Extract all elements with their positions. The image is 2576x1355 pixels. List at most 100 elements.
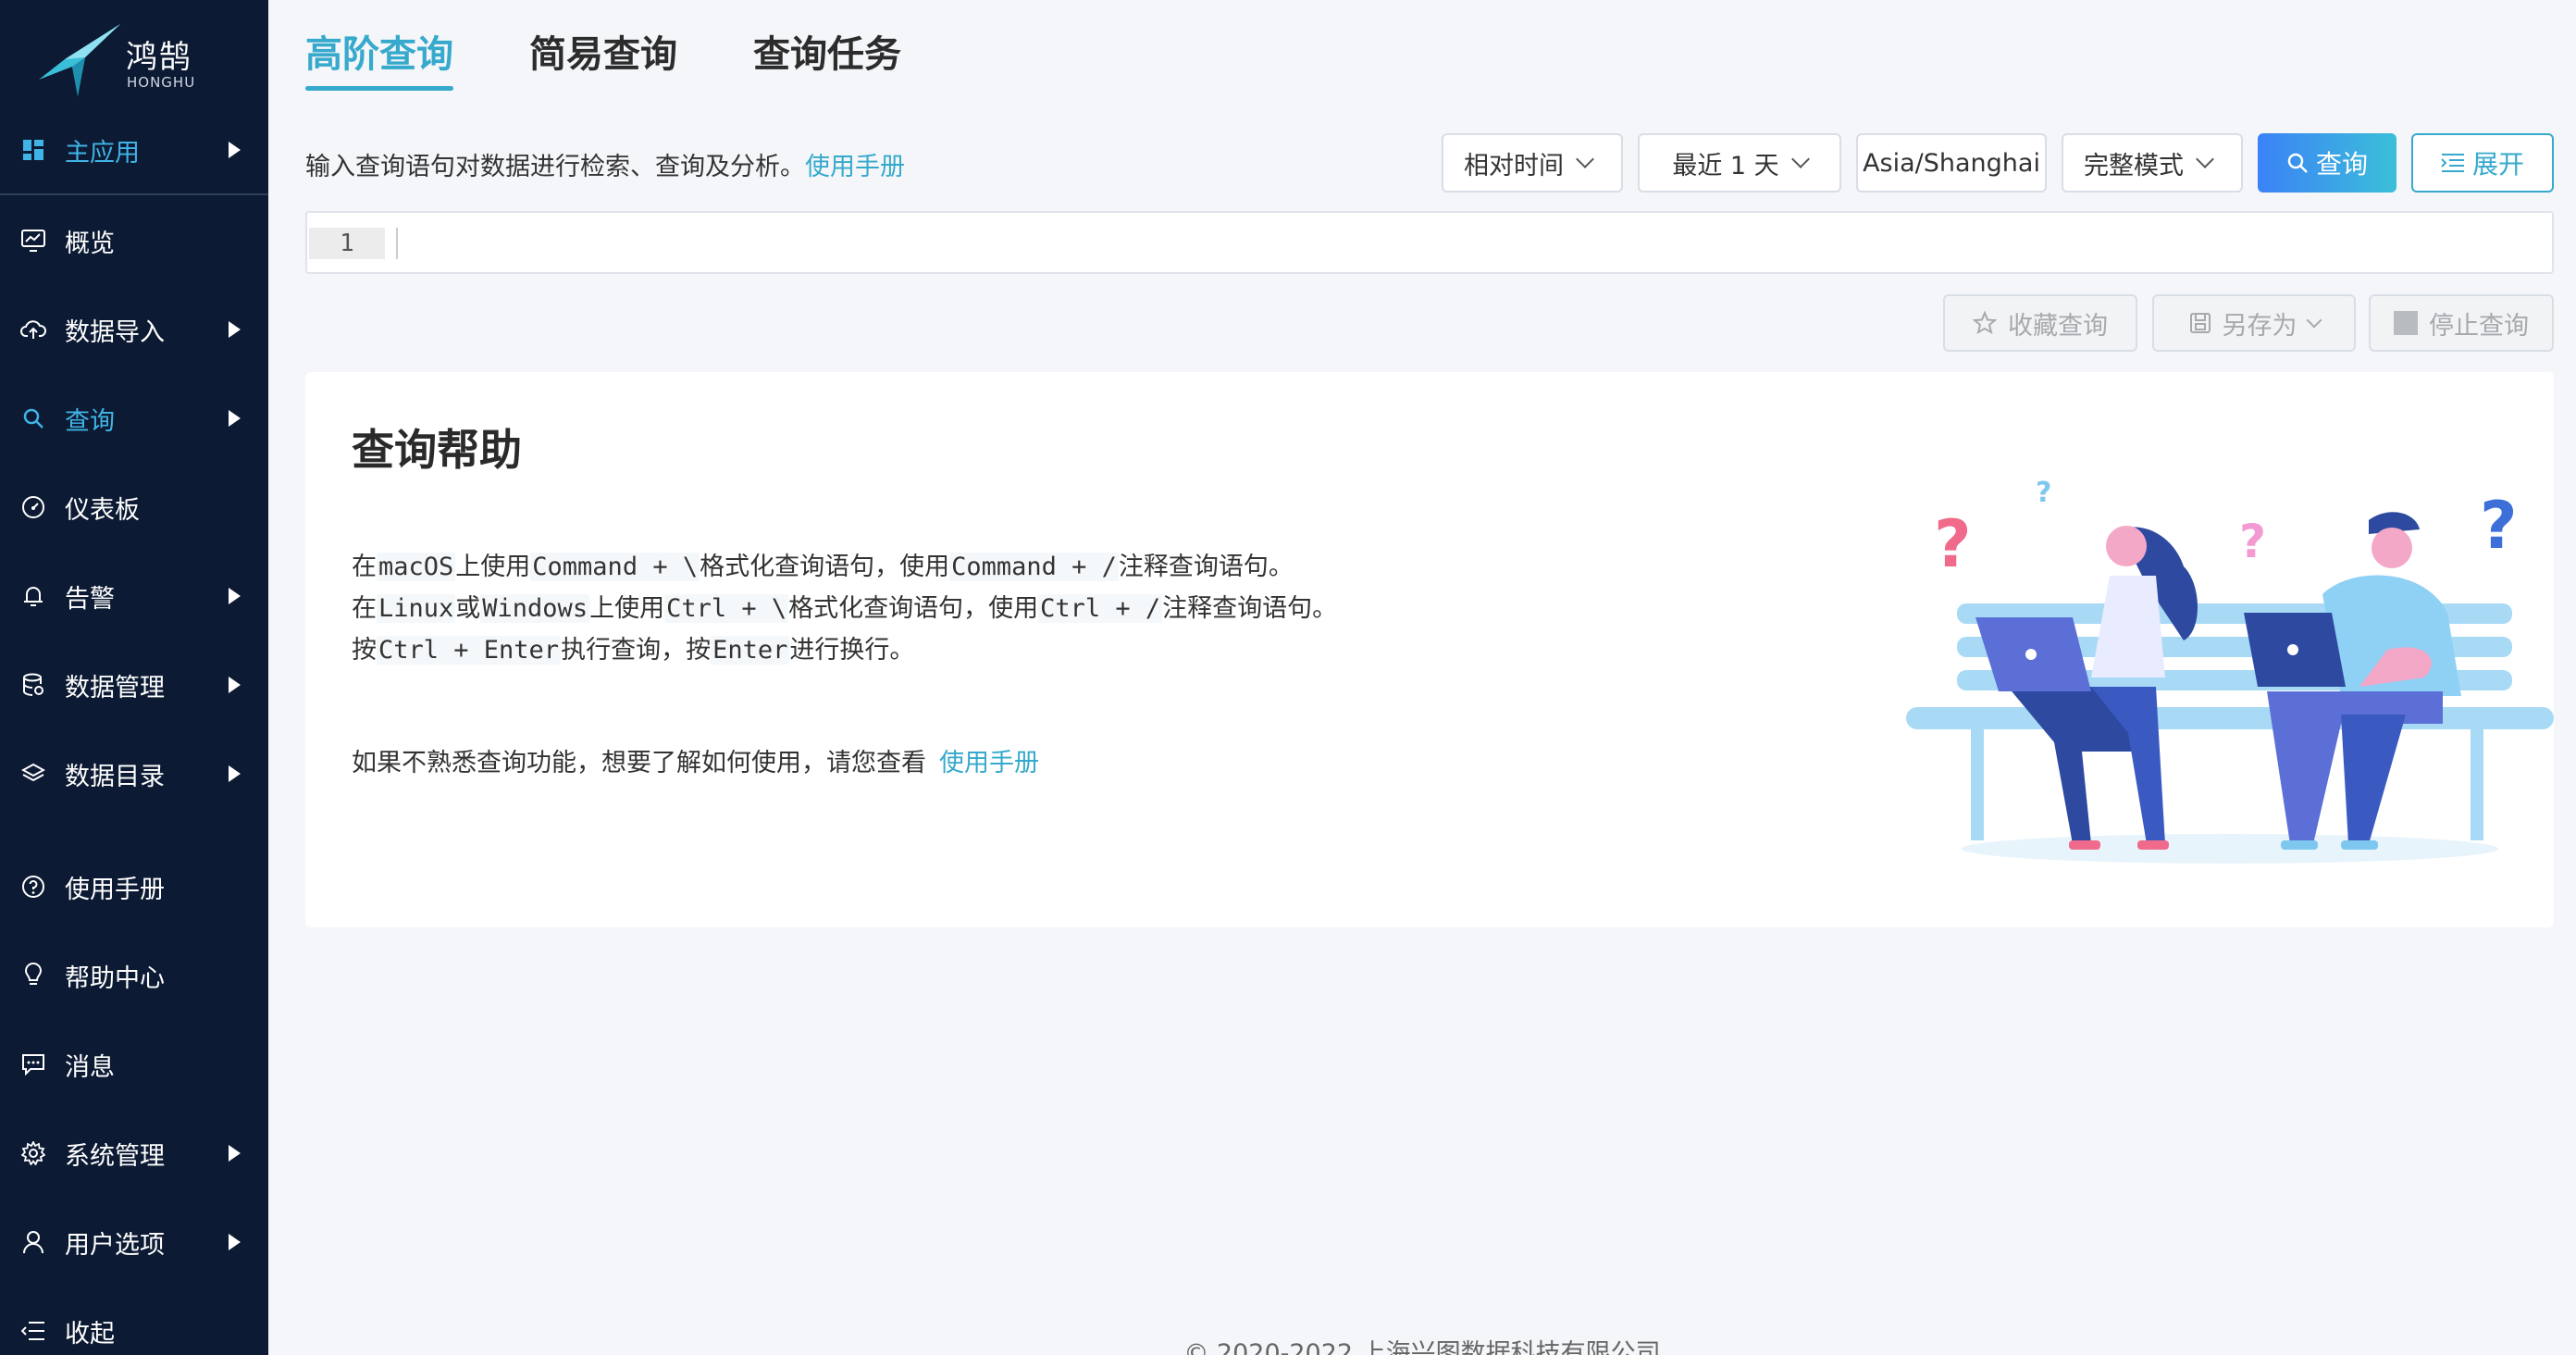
copyright-footer: © 2020-2022 上海兴图数据科技有限公司 (1183, 1339, 1661, 1355)
svg-text:?: ? (2239, 515, 2266, 568)
sidebar-item-label: 数据管理 (65, 673, 165, 702)
bird-logo-icon (39, 24, 120, 96)
help-line-macos: 在macOS上使用Command + \格式化查询语句，使用Command + … (352, 546, 1337, 588)
line-number: 1 (309, 228, 385, 259)
caret-right-icon (229, 142, 241, 158)
help-code: Ctrl + Enter (377, 636, 562, 665)
help-text: 注释查询语句。 (1162, 594, 1338, 623)
cloud-upload-icon (20, 317, 46, 342)
sidebar-item-label: 数据目录 (65, 762, 165, 791)
sidebar-item-label: 帮助中心 (65, 963, 165, 993)
query-button[interactable]: 查询 (2258, 133, 2396, 193)
caret-right-icon (229, 1234, 241, 1250)
caret-right-icon (229, 677, 241, 693)
help-text: 按 (352, 636, 377, 665)
time-type-value: 相对时间 (1464, 151, 1564, 180)
chevron-down-icon (1790, 150, 1810, 168)
main-content: 高阶查询 简易查询 查询任务 输入查询语句对数据进行检索、查询及分析。使用手册 … (268, 0, 2576, 1355)
lightbulb-icon (20, 963, 46, 988)
gear-icon (20, 1140, 46, 1166)
sidebar-item-user-manual[interactable]: 使用手册 (0, 854, 268, 919)
help-footer: 如果不熟悉查询功能，想要了解如何使用，请您查看 使用手册 (352, 742, 1039, 778)
sidebar-item-system-management[interactable]: 系统管理 (0, 1121, 268, 1186)
help-text: 进行换行。 (789, 636, 915, 665)
help-code: Ctrl + \ (664, 594, 789, 623)
chevron-down-icon (2196, 150, 2214, 168)
help-code: Command + \ (530, 553, 700, 581)
timezone-value: Asia/Shanghai (1863, 148, 2040, 178)
sidebar-item-label: 概览 (65, 229, 115, 258)
help-footer-text: 如果不熟悉查询功能，想要了解如何使用，请您查看 (352, 749, 926, 777)
sidebar-item-dashboard[interactable]: 仪表板 (0, 475, 268, 540)
help-text: 格式化查询语句，使用 (788, 594, 1039, 623)
question-circle-icon (20, 874, 46, 900)
stop-query-label: 停止查询 (2429, 311, 2529, 341)
time-type-select[interactable]: 相对时间 (1442, 133, 1623, 193)
brand-name-cn: 鸿鹄 (126, 39, 192, 76)
sidebar: 鸿鹄 HONGHU 主应用 概览 数据导入 查询 仪表板 告警 数据管理 数据目… (0, 0, 268, 1355)
svg-text:?: ? (2480, 488, 2518, 564)
search-icon (20, 405, 46, 431)
sidebar-item-label: 用户选项 (65, 1230, 165, 1260)
tab-advanced-query[interactable]: 高阶查询 (305, 24, 453, 91)
sidebar-item-data-catalog[interactable]: 数据目录 (0, 741, 268, 806)
help-code: Windows (480, 594, 590, 623)
help-text: 在 (352, 553, 377, 581)
sidebar-item-alerts[interactable]: 告警 (0, 564, 268, 628)
sidebar-item-overview[interactable]: 概览 (0, 208, 268, 273)
tab-simple-query[interactable]: 简易查询 (529, 24, 677, 91)
sidebar-item-help-center[interactable]: 帮助中心 (0, 943, 268, 1008)
expand-button[interactable]: 展开 (2411, 133, 2554, 193)
sidebar-item-user-options[interactable]: 用户选项 (0, 1210, 268, 1274)
stop-query-button[interactable]: 停止查询 (2369, 294, 2554, 352)
save-as-label: 另存为 (2222, 311, 2297, 341)
caret-right-icon (229, 1145, 241, 1162)
sidebar-item-label: 消息 (65, 1052, 115, 1082)
query-button-label: 查询 (2315, 149, 2368, 180)
stop-icon (2394, 311, 2418, 335)
indent-list-icon (2441, 154, 2464, 172)
collapse-menu-icon (20, 1318, 46, 1344)
sidebar-item-label: 查询 (65, 406, 115, 436)
help-text: 上使用 (589, 594, 665, 623)
layers-icon (20, 761, 46, 787)
query-help-card: 查询帮助 在macOS上使用Command + \格式化查询语句，使用Comma… (305, 372, 2554, 927)
chevron-down-icon (2306, 312, 2322, 329)
help-text: 上使用 (455, 553, 531, 581)
caret-right-icon (229, 765, 241, 782)
sidebar-item-data-import[interactable]: 数据导入 (0, 297, 268, 362)
sidebar-item-main-app[interactable]: 主应用 (0, 118, 268, 182)
intro-description: 输入查询语句对数据进行检索、查询及分析。 (305, 153, 805, 181)
sidebar-item-messages[interactable]: 消息 (0, 1032, 268, 1097)
mode-select[interactable]: 完整模式 (2062, 133, 2243, 193)
svg-text:?: ? (1934, 506, 1972, 582)
sidebar-item-label: 数据导入 (65, 317, 165, 347)
query-editor[interactable]: 1 (305, 211, 2554, 274)
help-text: 执行查询，按 (561, 636, 712, 665)
sidebar-item-label: 仪表板 (65, 495, 140, 525)
help-manual-link[interactable]: 使用手册 (939, 749, 1039, 777)
sidebar-item-label: 主应用 (65, 138, 140, 168)
help-text: 或 (455, 594, 481, 623)
save-as-button[interactable]: 另存为 (2152, 294, 2356, 352)
tab-query-tasks[interactable]: 查询任务 (753, 24, 901, 91)
user-manual-link[interactable]: 使用手册 (805, 153, 905, 181)
caret-right-icon (229, 410, 241, 427)
search-icon (2287, 153, 2308, 173)
sidebar-item-data-management[interactable]: 数据管理 (0, 653, 268, 717)
favorite-query-label: 收藏查询 (2008, 311, 2108, 341)
brand-logo[interactable]: 鸿鹄 HONGHU (37, 20, 222, 104)
help-line-linux-windows: 在Linux或Windows上使用Ctrl + \格式化查询语句，使用Ctrl … (352, 588, 1337, 629)
help-code: macOS (377, 553, 456, 581)
svg-text:?: ? (2036, 477, 2051, 509)
save-icon (2189, 313, 2211, 333)
sidebar-item-collapse[interactable]: 收起 (0, 1299, 268, 1355)
sidebar-divider (0, 193, 268, 195)
monitor-chart-icon (20, 228, 46, 254)
favorite-query-button[interactable]: 收藏查询 (1943, 294, 2137, 352)
bell-icon (20, 583, 46, 609)
time-range-select[interactable]: 最近 1 天 (1638, 133, 1841, 193)
user-icon (20, 1229, 46, 1255)
timezone-select[interactable]: Asia/Shanghai (1856, 133, 2047, 193)
sidebar-item-query[interactable]: 查询 (0, 386, 268, 451)
